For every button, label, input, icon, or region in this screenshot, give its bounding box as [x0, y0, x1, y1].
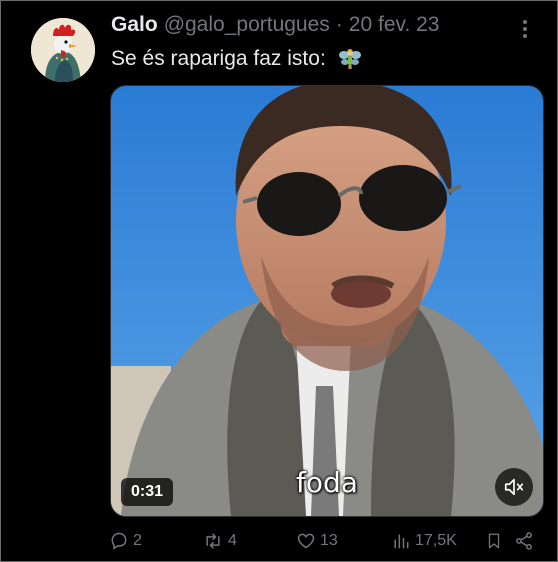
mute-toggle-button[interactable] [495, 468, 533, 506]
share-button[interactable] [514, 531, 538, 551]
view-count: 17,5K [415, 532, 457, 549]
fairy-emoji-icon [338, 47, 362, 71]
bookmark-button[interactable] [485, 531, 507, 551]
analytics-icon [394, 534, 409, 549]
like-count: 13 [320, 532, 338, 549]
tweet-text-content: Se és rapariga faz isto: [111, 47, 326, 70]
video-frame [111, 86, 543, 516]
like-button[interactable]: 13 [296, 531, 338, 551]
avatar[interactable] [31, 18, 95, 82]
retweet-count: 4 [228, 532, 237, 549]
tweet-header: Galo @galo_portugues · 20 fev. 23 [111, 13, 439, 43]
author-name[interactable]: Galo [111, 13, 158, 37]
reply-button[interactable]: 2 [109, 531, 142, 551]
tweet-action-bar: 2 4 13 17,5K [109, 531, 539, 557]
video-player[interactable]: foda 0:31 [110, 85, 544, 517]
more-vertical-icon [523, 20, 527, 38]
video-subtitle: foda [296, 466, 358, 499]
more-options-button[interactable] [513, 17, 537, 41]
rooster-icon [31, 18, 95, 82]
heart-icon [297, 533, 315, 549]
speaker-muted-icon [504, 478, 524, 496]
tweet-text: Se és rapariga faz isto: [111, 47, 362, 71]
header-separator: · [335, 13, 343, 36]
video-duration-badge: 0:31 [121, 478, 174, 506]
author-handle[interactable]: @galo_portugues [164, 13, 330, 37]
retweet-button[interactable]: 4 [202, 531, 237, 551]
views-button[interactable]: 17,5K [391, 531, 457, 551]
reply-icon [111, 532, 127, 550]
retweet-icon [206, 533, 220, 549]
reply-count: 2 [133, 532, 142, 549]
tweet-date[interactable]: 20 fev. 23 [349, 13, 440, 37]
share-icon [516, 532, 532, 550]
tweet-card[interactable]: Galo @galo_portugues · 20 fev. 23 Se és … [0, 0, 558, 562]
bookmark-icon [488, 533, 500, 549]
